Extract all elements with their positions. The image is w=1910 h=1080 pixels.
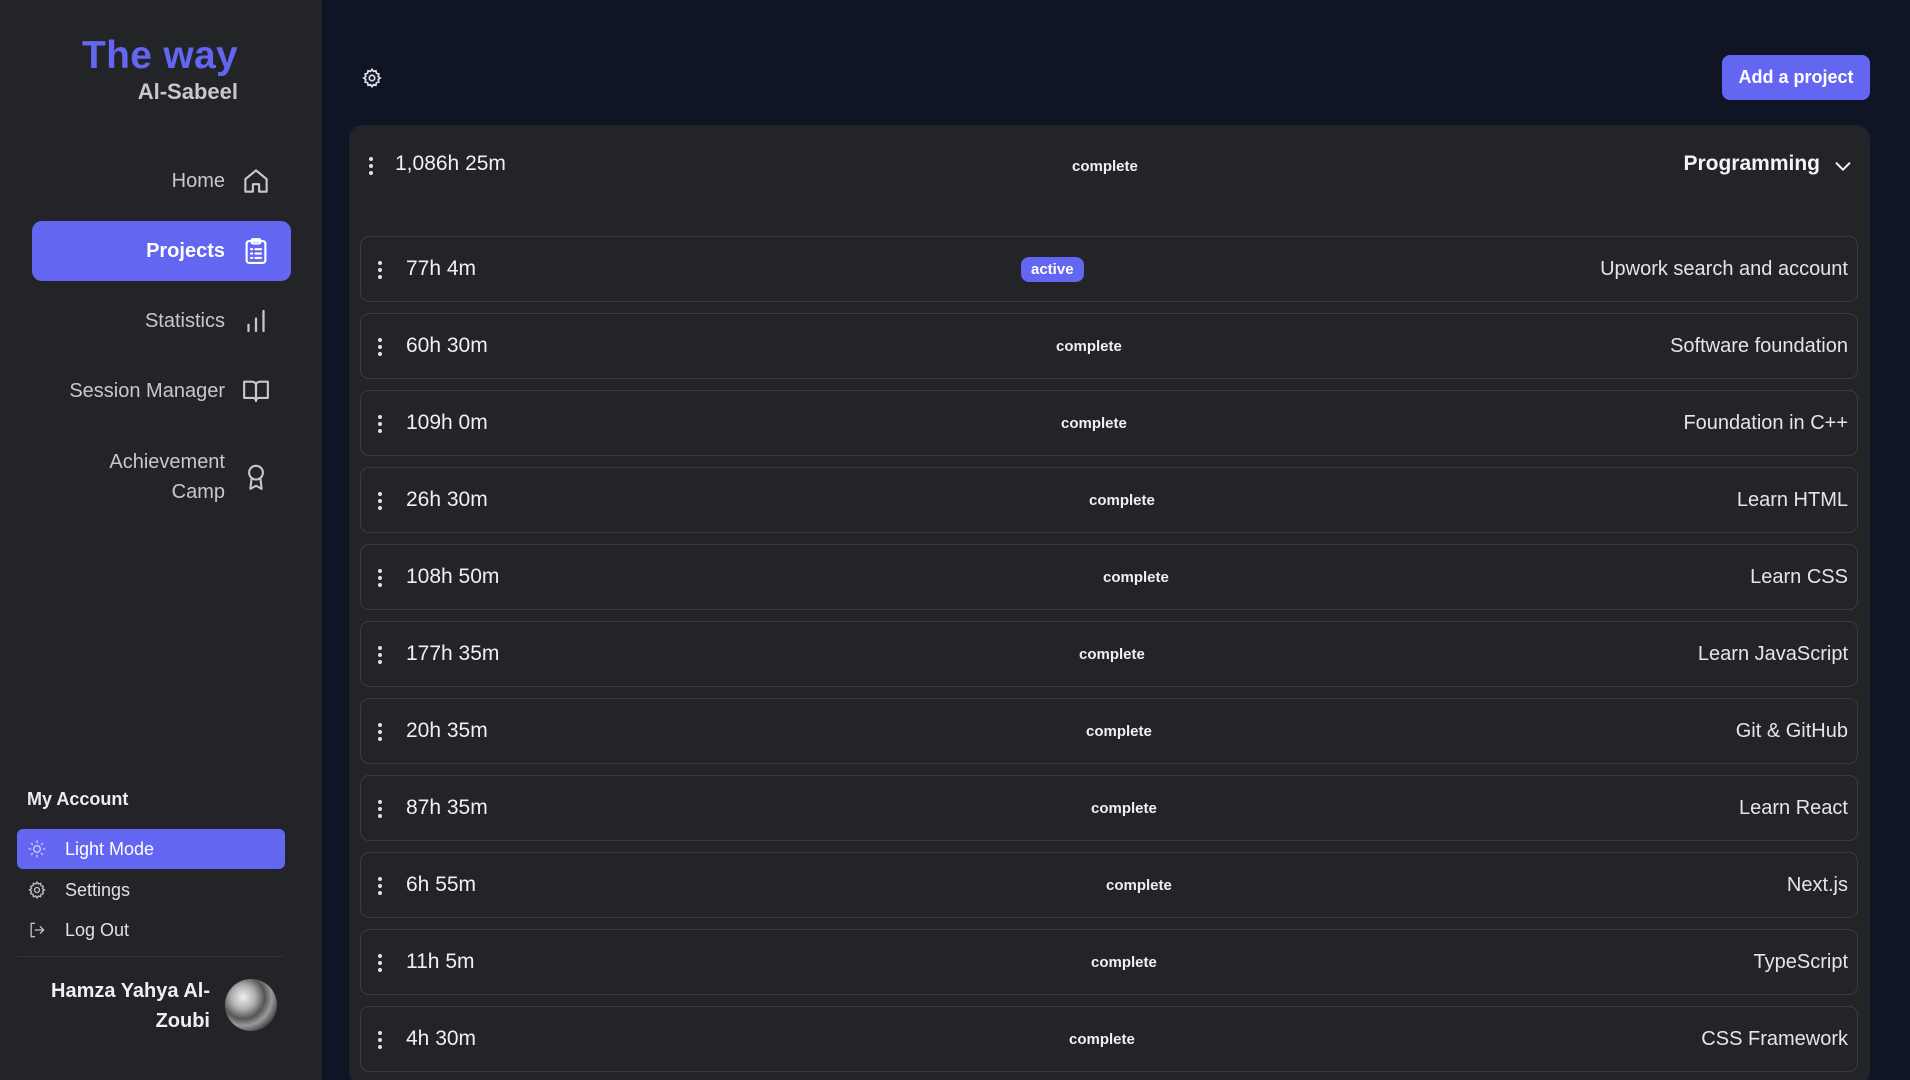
project-title: Foundation in C++ (1683, 412, 1848, 434)
gear-icon (28, 880, 46, 900)
status-badge: complete (1069, 1031, 1135, 1048)
account-divider (17, 956, 285, 957)
light-mode-toggle[interactable]: Light Mode (17, 829, 285, 869)
nav-item-label: Session Manager (69, 380, 225, 402)
project-row[interactable]: 11h 5m complete TypeScript (360, 929, 1858, 995)
project-title: Next.js (1786, 874, 1848, 896)
user-name: Hamza Yahya Al-Zoubi (51, 980, 210, 1032)
kebab-menu-icon[interactable] (366, 155, 376, 177)
project-row[interactable]: 60h 30m complete Software foundation (360, 313, 1858, 379)
kebab-menu-icon[interactable] (375, 567, 385, 589)
nav-item-label: Projects (146, 240, 225, 262)
kebab-menu-icon[interactable] (375, 952, 385, 974)
project-title: Git & GitHub (1735, 720, 1848, 742)
project-title: Upwork search and account (1600, 258, 1848, 280)
clipboard-icon (245, 238, 267, 264)
status-badge: complete (1091, 954, 1157, 971)
kebab-menu-icon[interactable] (375, 798, 385, 820)
nav-item-label: Home (171, 170, 225, 192)
sun-icon (28, 840, 46, 858)
chevron-down-icon[interactable] (1832, 155, 1854, 177)
project-row[interactable]: 109h 0m complete Foundation in C++ (360, 390, 1858, 456)
brand-logo: The way Al-Sabeel (82, 34, 238, 105)
nav-item-label: Statistics (144, 310, 225, 332)
kebab-menu-icon[interactable] (375, 1029, 385, 1051)
project-title: Learn HTML (1736, 489, 1848, 511)
project-title: Software foundation (1670, 335, 1848, 357)
add-project-button[interactable]: Add a project (1722, 55, 1870, 100)
settings-link[interactable]: Settings (17, 870, 285, 910)
project-title: Learn JavaScript (1697, 643, 1848, 665)
project-time: 77h 4m (406, 257, 477, 280)
project-title: CSS Framework (1701, 1028, 1848, 1050)
account-heading: My Account (27, 789, 129, 809)
project-time: 6h 55m (406, 873, 477, 896)
gear-icon[interactable] (361, 67, 383, 89)
project-time: 26h 30m (406, 488, 488, 511)
nav-item-home[interactable]: Home (32, 151, 291, 211)
brand-subtitle: Al-Sabeel (137, 79, 238, 104)
project-title: TypeScript (1753, 951, 1848, 973)
project-time: 87h 35m (406, 796, 488, 819)
project-row[interactable]: 20h 35m complete Git & GitHub (360, 698, 1858, 764)
settings-label: Settings (65, 879, 131, 900)
status-badge: complete (1086, 723, 1152, 740)
logout-label: Log Out (65, 919, 130, 940)
nav-item-achievement-camp[interactable]: Achievement Camp (32, 445, 291, 509)
status-badge: complete (1072, 158, 1138, 175)
project-time: 60h 30m (406, 334, 488, 357)
kebab-menu-icon[interactable] (375, 875, 385, 897)
project-row[interactable]: 177h 35m complete Learn JavaScript (360, 621, 1858, 687)
kebab-menu-icon[interactable] (375, 721, 385, 743)
project-time: 20h 35m (406, 719, 488, 742)
project-row[interactable]: 108h 50m complete Learn CSS (360, 544, 1858, 610)
status-badge: complete (1079, 646, 1145, 663)
avatar[interactable] (225, 979, 277, 1031)
status-badge: complete (1106, 877, 1172, 894)
light-mode-label: Light Mode (65, 838, 155, 859)
logout-link[interactable]: Log Out (17, 910, 285, 950)
project-row[interactable]: 77h 4m active Upwork search and account (360, 236, 1858, 302)
kebab-menu-icon[interactable] (375, 490, 385, 512)
nav-item-session-manager[interactable]: Session Manager (32, 361, 291, 421)
project-title: Learn React (1739, 797, 1848, 819)
nav-item-statistics[interactable]: Statistics (32, 291, 291, 351)
group-total-time: 1,086h 25m (395, 152, 506, 175)
project-time: 177h 35m (406, 642, 500, 665)
kebab-menu-icon[interactable] (375, 413, 385, 435)
nav-item-projects[interactable]: Projects (32, 221, 291, 281)
group-name: Programming (1683, 152, 1820, 175)
brand-title: The way (82, 34, 238, 77)
status-badge: complete (1091, 800, 1157, 817)
bar-chart-icon (247, 309, 265, 333)
logout-icon (30, 922, 45, 938)
project-title: Learn CSS (1750, 566, 1848, 588)
book-icon (243, 380, 269, 403)
status-badge: complete (1056, 338, 1122, 355)
nav-item-label: Achievement Camp (109, 451, 225, 503)
project-row[interactable]: 6h 55m complete Next.js (360, 852, 1858, 918)
sidebar: The way Al-Sabeel Home Projects Statisti… (0, 0, 322, 1080)
project-time: 109h 0m (406, 411, 488, 434)
status-badge: active (1021, 257, 1084, 282)
project-row[interactable]: 4h 30m complete CSS Framework (360, 1006, 1858, 1072)
status-badge: complete (1061, 415, 1127, 432)
award-icon (248, 464, 264, 490)
group-header: 1,086h 25m complete Programming (349, 125, 1870, 205)
project-time: 11h 5m (406, 950, 475, 973)
kebab-menu-icon[interactable] (375, 644, 385, 666)
project-time: 108h 50m (406, 565, 500, 588)
project-row[interactable]: 87h 35m complete Learn React (360, 775, 1858, 841)
project-time: 4h 30m (406, 1027, 477, 1050)
project-row[interactable]: 26h 30m complete Learn HTML (360, 467, 1858, 533)
status-badge: complete (1103, 569, 1169, 586)
kebab-menu-icon[interactable] (375, 259, 385, 281)
status-badge: complete (1089, 492, 1155, 509)
home-icon (244, 169, 268, 193)
kebab-menu-icon[interactable] (375, 336, 385, 358)
projects-panel: 1,086h 25m complete Programming 77h 4m a… (349, 125, 1870, 1080)
